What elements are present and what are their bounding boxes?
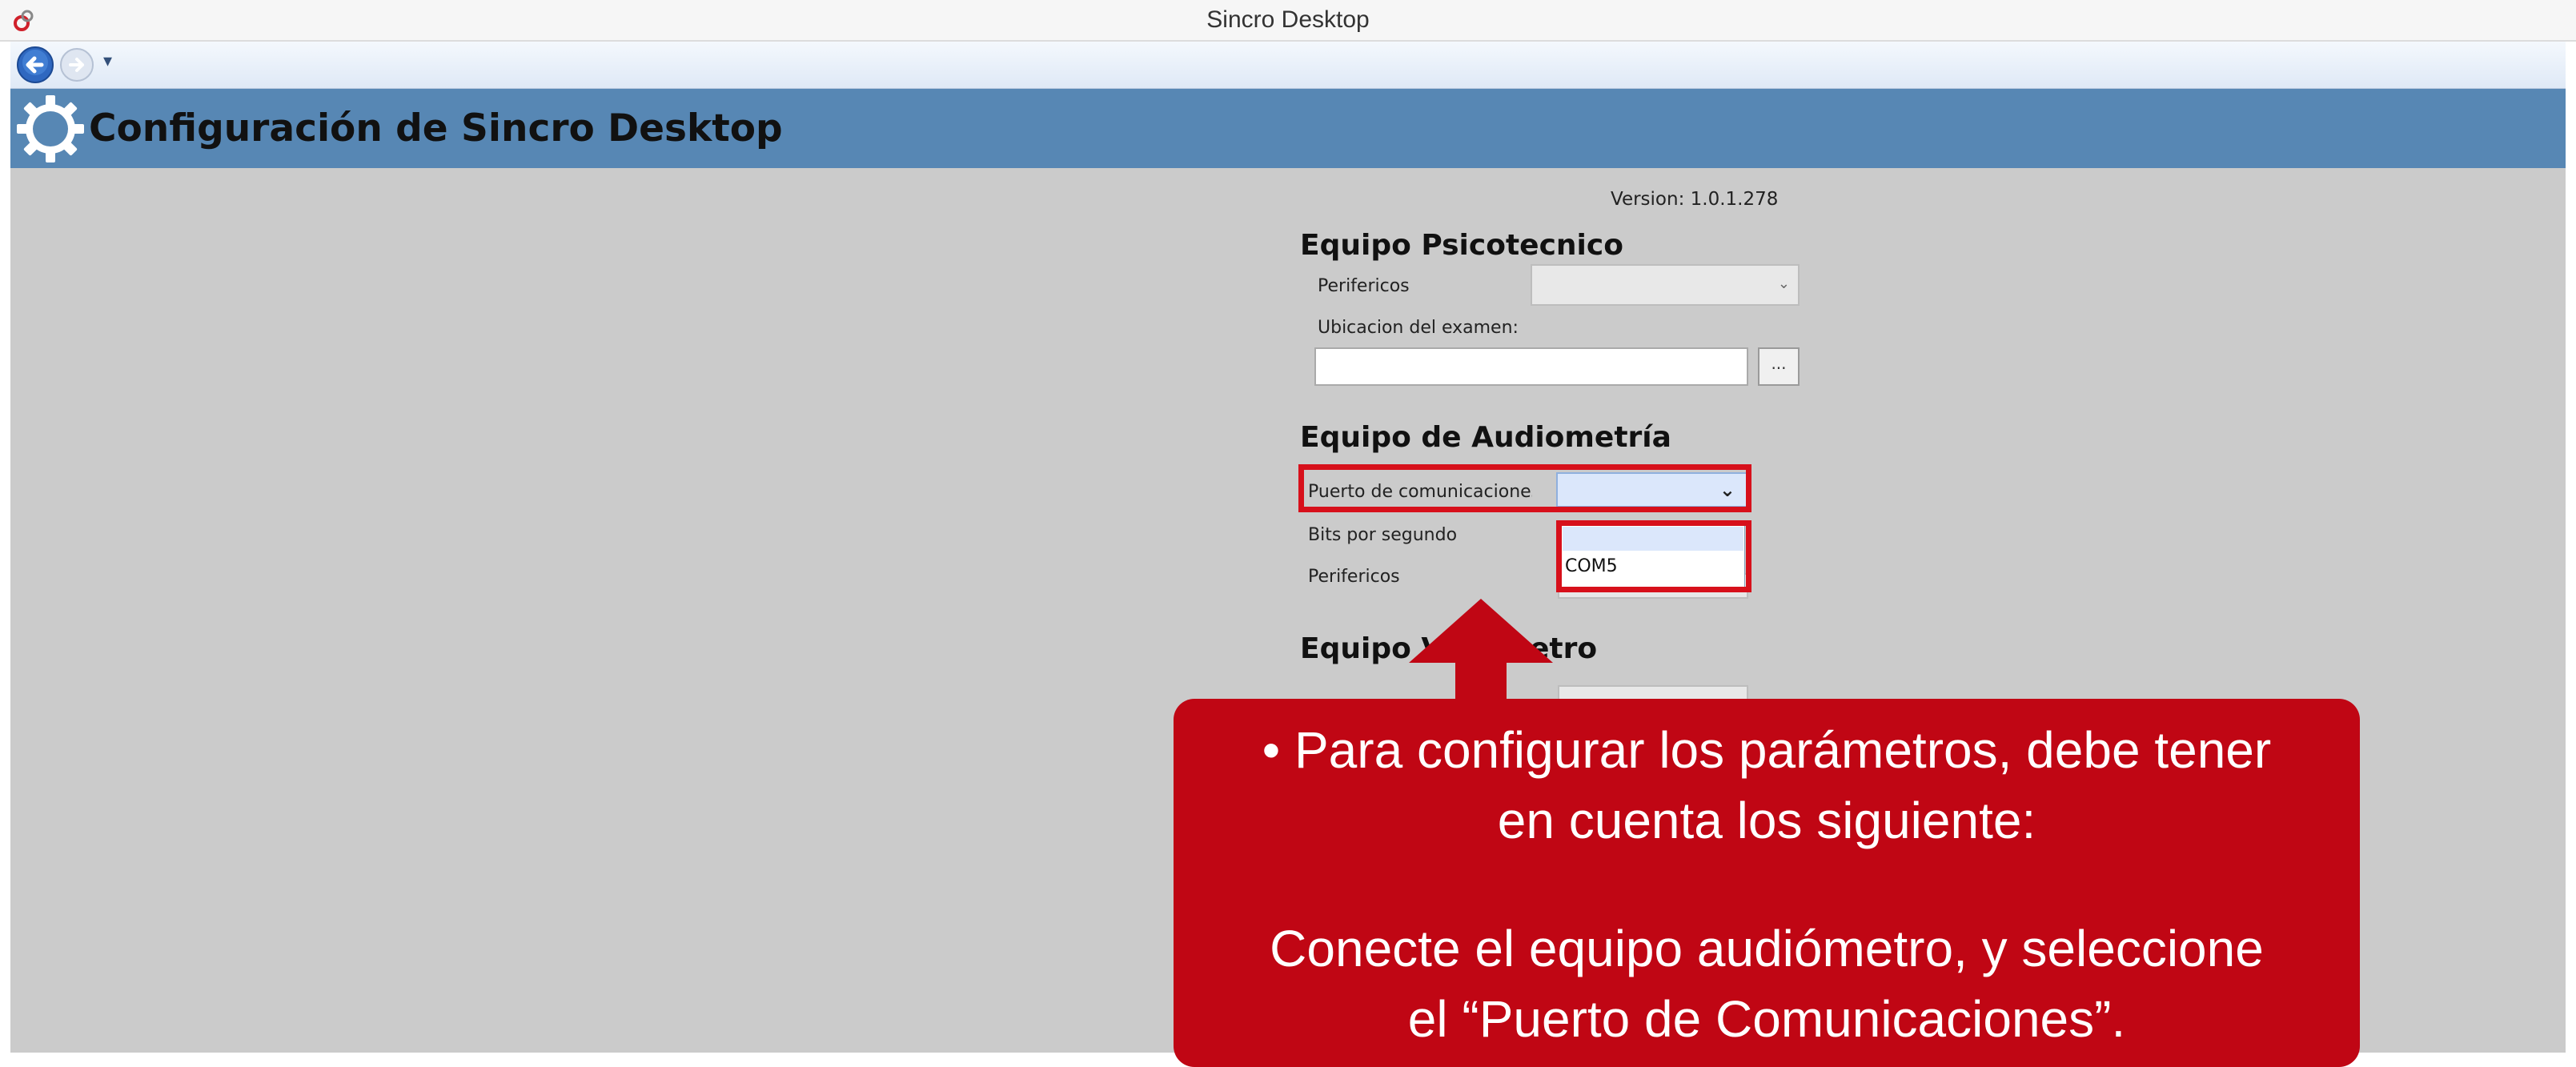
window-left-edge bbox=[0, 0, 10, 1053]
browse-button[interactable]: ... bbox=[1758, 347, 1800, 386]
page-title: Configuración de Sincro Desktop bbox=[89, 106, 783, 150]
instruction-line-4: el “Puerto de Comunicaciones”. bbox=[1407, 990, 2126, 1048]
instruction-callout: • Para configurar los parámetros, debe t… bbox=[1174, 699, 2360, 1067]
perifericos-label: Perifericos bbox=[1318, 276, 1410, 296]
chevron-down-icon: ⌄ bbox=[1777, 275, 1790, 292]
forward-arrow-icon[interactable] bbox=[58, 46, 95, 83]
bits-por-segundo-label: Bits por segundo bbox=[1308, 525, 1458, 545]
history-dropdown-icon[interactable]: ▾ bbox=[103, 51, 112, 71]
perifericos-psicotecnico-select[interactable]: ⌄ bbox=[1531, 264, 1800, 306]
instruction-text: • Para configurar los parámetros, debe t… bbox=[1174, 715, 2360, 1054]
window-title: Sincro Desktop bbox=[1206, 6, 1370, 33]
version-label: Version: 1.0.1.278 bbox=[1611, 189, 1779, 210]
title-bar: Sincro Desktop bbox=[0, 0, 2576, 42]
perifericos-audiometria-label: Perifericos bbox=[1308, 567, 1400, 587]
page-header: Configuración de Sincro Desktop bbox=[10, 89, 2566, 168]
section-title-psicotecnico: Equipo Psicotecnico bbox=[1300, 229, 1623, 262]
arrow-up-icon bbox=[1409, 599, 1553, 715]
ubicacion-examen-input[interactable] bbox=[1314, 347, 1748, 386]
navigation-bar: ▾ bbox=[10, 42, 2566, 89]
instruction-line-2: en cuenta los siguiente: bbox=[1497, 792, 2036, 849]
back-arrow-icon[interactable] bbox=[15, 45, 55, 85]
highlight-dropdown bbox=[1556, 520, 1751, 592]
ubicacion-examen-label: Ubicacion del examen: bbox=[1318, 318, 1519, 338]
highlight-puerto-row bbox=[1298, 464, 1751, 512]
section-title-audiometria: Equipo de Audiometría bbox=[1300, 421, 1671, 454]
instruction-line-1: • Para configurar los parámetros, debe t… bbox=[1262, 721, 2272, 779]
instruction-line-3: Conecte el equipo audiómetro, y seleccio… bbox=[1270, 920, 2264, 977]
gear-icon bbox=[17, 95, 84, 162]
